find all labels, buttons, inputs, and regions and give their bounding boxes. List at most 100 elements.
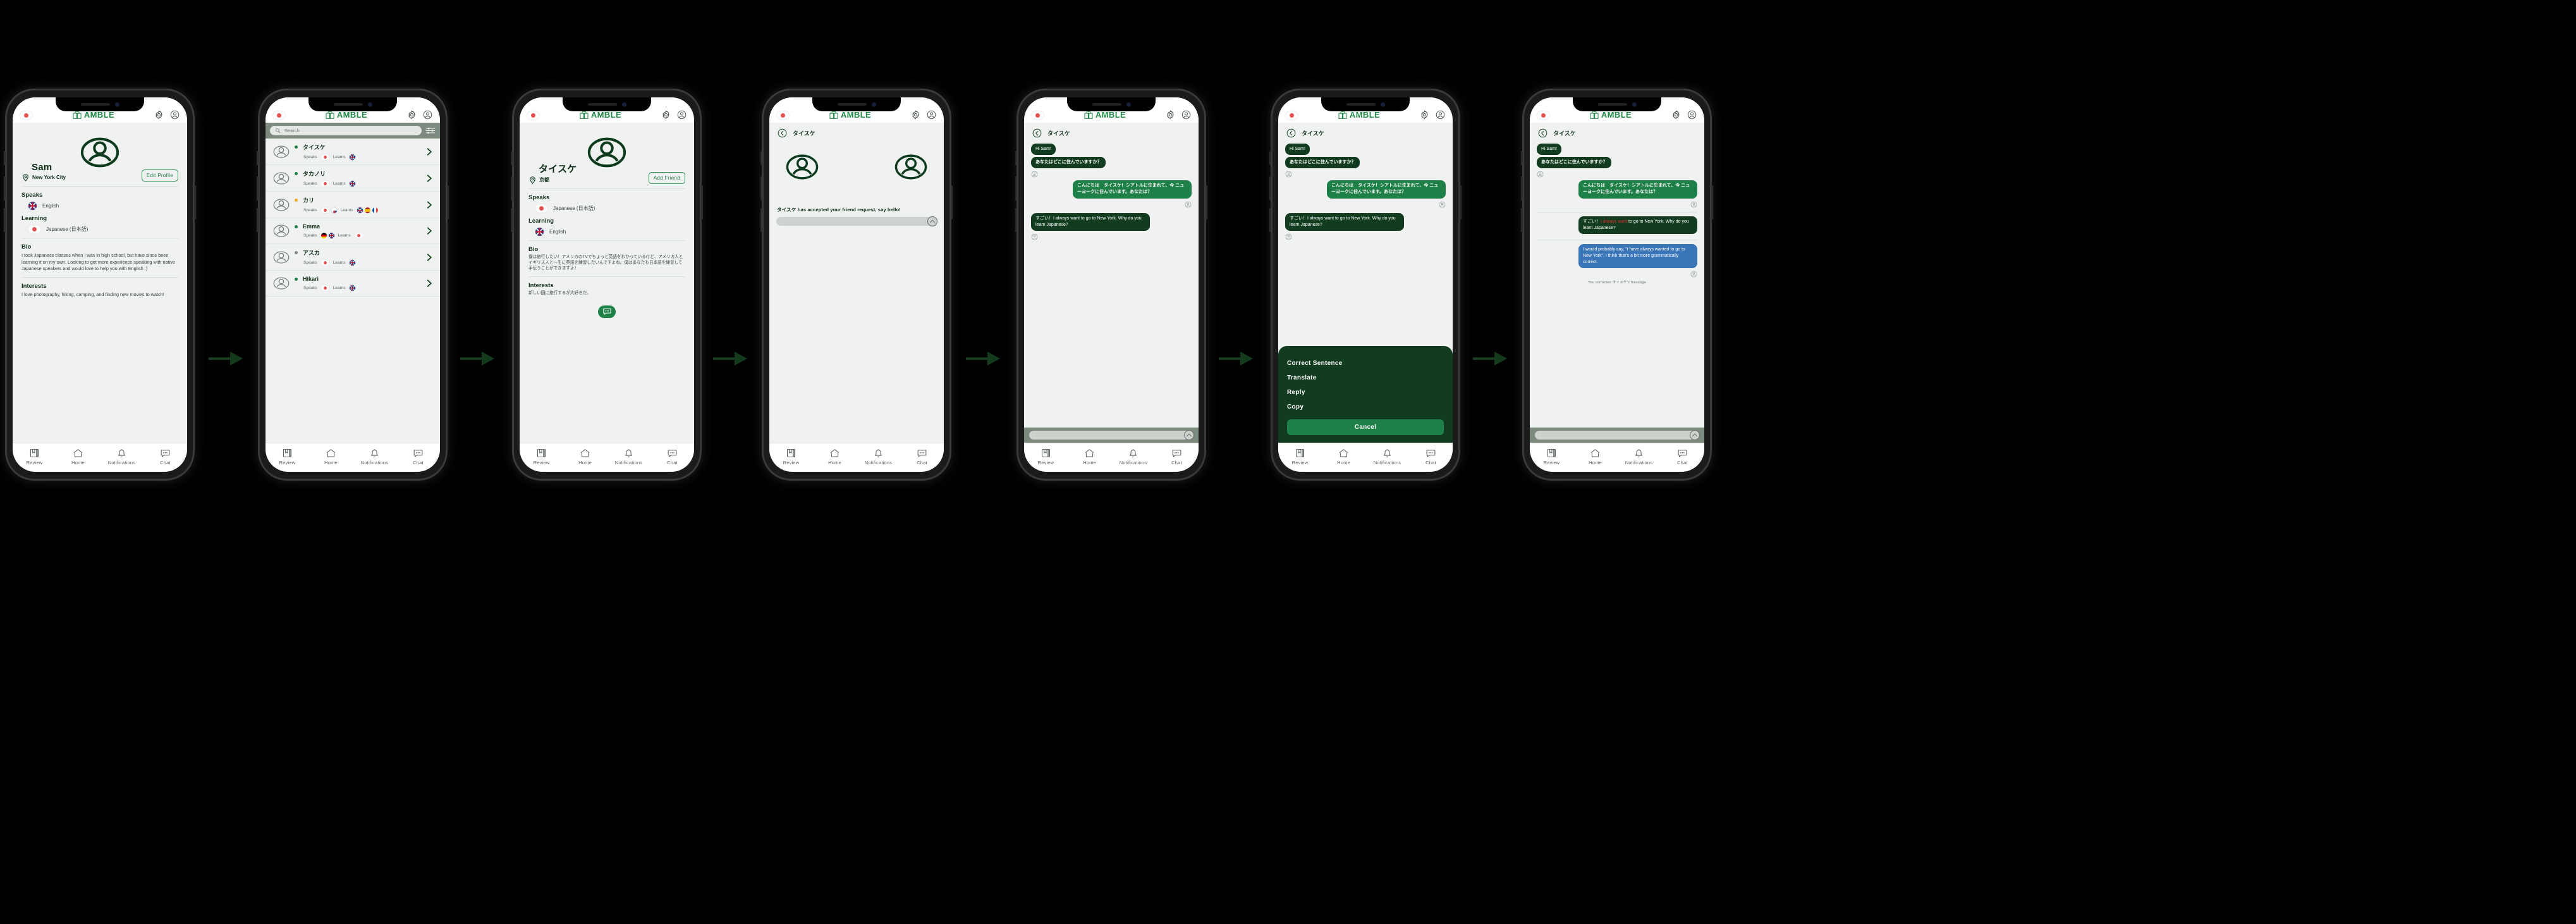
account-icon[interactable] [423, 110, 432, 120]
action-copy[interactable]: Copy [1287, 400, 1444, 414]
action-reply[interactable]: Reply [1287, 385, 1444, 400]
tab-chat[interactable]: Chat [1663, 448, 1702, 465]
tab-review[interactable]: Review [522, 448, 561, 465]
chevron-right-icon[interactable] [425, 279, 434, 288]
chevron-right-icon[interactable] [425, 226, 434, 235]
message-input[interactable] [776, 217, 937, 226]
account-icon[interactable] [1687, 110, 1697, 120]
back-chevron-icon[interactable] [1032, 128, 1042, 138]
tab-chat[interactable]: Chat [653, 448, 692, 465]
chevron-right-icon[interactable] [425, 253, 434, 262]
learns-label: Learns [338, 233, 351, 238]
tab-notifications[interactable]: Notifications [609, 448, 649, 465]
japan-flag-icon[interactable] [1032, 111, 1044, 120]
send-up-icon[interactable] [1689, 429, 1700, 441]
avatar [1690, 271, 1697, 278]
list-item[interactable]: タイスケ Speaks Learns [266, 139, 440, 165]
message-input[interactable] [1029, 431, 1193, 440]
action-translate[interactable]: Translate [1287, 371, 1444, 385]
start-chat-button[interactable] [598, 305, 616, 318]
tab-review[interactable]: Review [1532, 448, 1572, 465]
edit-profile-button[interactable]: Edit Profile [141, 169, 178, 182]
tab-home[interactable]: Home [815, 448, 855, 465]
list-item[interactable]: アスカ Speaks Learns [266, 244, 440, 271]
list-item[interactable]: タカノリ Speaks Learns [266, 165, 440, 192]
cancel-button[interactable]: Cancel [1287, 419, 1444, 435]
send-up-icon[interactable] [927, 216, 938, 227]
tab-review[interactable]: Review [772, 448, 811, 465]
japan-flag-icon[interactable] [777, 111, 789, 120]
gear-icon[interactable] [1420, 110, 1429, 120]
message-bubble[interactable]: あなたはどこに住んでいますか？ [1537, 157, 1612, 169]
tab-chat[interactable]: Chat [399, 448, 438, 465]
tab-home[interactable]: Home [1070, 448, 1109, 465]
tab-notifications[interactable]: Notifications [859, 448, 898, 465]
message-bubble[interactable]: Hi Sam! [1285, 144, 1310, 156]
account-icon[interactable] [1181, 110, 1191, 120]
tab-home[interactable]: Home [1324, 448, 1364, 465]
message-bubble-with-error[interactable]: すごい！I always want to go to New York. Why… [1578, 216, 1697, 234]
japan-flag-icon[interactable] [1537, 111, 1549, 120]
tab-review[interactable]: Review [15, 448, 54, 465]
message-bubble[interactable]: こんにちは タイスケ！シアトルに生まれて、今 ニューヨークに住んでいます。あなた… [1578, 180, 1697, 199]
amble-logo: AMBLE [72, 110, 114, 120]
japan-flag-icon[interactable] [1286, 111, 1298, 120]
back-chevron-icon[interactable] [1286, 128, 1296, 138]
gear-icon[interactable] [1166, 110, 1175, 120]
search-input[interactable]: Search [270, 126, 422, 135]
message-group: すごい！I always want to go to New York. Why… [1031, 213, 1192, 240]
message-bubble[interactable]: すごい！I always want to go to New York. Why… [1031, 213, 1150, 231]
action-correct-sentence[interactable]: Correct Sentence [1287, 356, 1444, 371]
tab-home[interactable]: Home [566, 448, 605, 465]
list-item[interactable]: Hikari Speaks Learns [266, 271, 440, 297]
send-up-icon[interactable] [1183, 429, 1195, 441]
tab-notifications[interactable]: Notifications [1620, 448, 1659, 465]
add-friend-button[interactable]: Add Friend [648, 172, 685, 184]
message-input[interactable] [1535, 431, 1699, 440]
divider [528, 276, 685, 277]
tab-review[interactable]: Review [268, 448, 307, 465]
message-bubble[interactable]: あなたはどこに住んでいますか？ [1285, 157, 1360, 169]
message-bubble[interactable]: Hi Sam! [1537, 144, 1561, 156]
gear-icon[interactable] [911, 110, 920, 120]
tab-home[interactable]: Home [59, 448, 98, 465]
tab-chat[interactable]: Chat [1157, 448, 1197, 465]
message-bubble[interactable]: Hi Sam! [1031, 144, 1056, 156]
tab-notifications[interactable]: Notifications [1368, 448, 1407, 465]
japan-flag-icon[interactable] [273, 111, 285, 120]
filter-sliders-icon[interactable] [425, 126, 436, 135]
tab-notifications[interactable]: Notifications [102, 448, 142, 465]
account-icon[interactable] [927, 110, 936, 120]
gear-icon[interactable] [154, 110, 164, 120]
message-bubble[interactable]: こんにちは タイスケ！シアトルに生まれて、今 ニューヨークに住んでいます。あなた… [1327, 180, 1446, 199]
account-icon[interactable] [677, 110, 687, 120]
account-icon[interactable] [170, 110, 180, 120]
back-chevron-icon[interactable] [778, 128, 787, 138]
tab-home[interactable]: Home [1576, 448, 1615, 465]
tab-chat[interactable]: Chat [903, 448, 942, 465]
gear-icon[interactable] [661, 110, 671, 120]
japan-flag-icon[interactable] [20, 111, 32, 120]
chevron-right-icon[interactable] [425, 200, 434, 209]
message-bubble[interactable]: すごい！I always want to go to New York. Why… [1285, 213, 1404, 231]
tab-notifications[interactable]: Notifications [355, 448, 394, 465]
list-item[interactable]: カリ Speaks Learns [266, 192, 440, 218]
tab-notifications[interactable]: Notifications [1114, 448, 1153, 465]
review-book-icon [282, 448, 293, 459]
tab-chat[interactable]: Chat [1412, 448, 1451, 465]
tab-review[interactable]: Review [1027, 448, 1066, 465]
account-icon[interactable] [1436, 110, 1445, 120]
message-bubble[interactable]: あなたはどこに住んでいますか？ [1031, 157, 1106, 169]
message-bubble[interactable]: こんにちは タイスケ！シアトルに生まれて、今 ニューヨークに住んでいます。あなた… [1073, 180, 1192, 199]
japan-flag-icon[interactable] [527, 111, 539, 120]
gear-icon[interactable] [407, 110, 417, 120]
back-chevron-icon[interactable] [1538, 128, 1547, 138]
tab-review[interactable]: Review [1281, 448, 1320, 465]
chevron-right-icon[interactable] [425, 174, 434, 183]
correction-bubble[interactable]: I would probably say, “I have always wan… [1578, 243, 1697, 269]
gear-icon[interactable] [1671, 110, 1681, 120]
chevron-right-icon[interactable] [425, 147, 434, 156]
list-item[interactable]: Emma Speaks Learns [266, 218, 440, 244]
tab-chat[interactable]: Chat [146, 448, 185, 465]
tab-home[interactable]: Home [312, 448, 351, 465]
